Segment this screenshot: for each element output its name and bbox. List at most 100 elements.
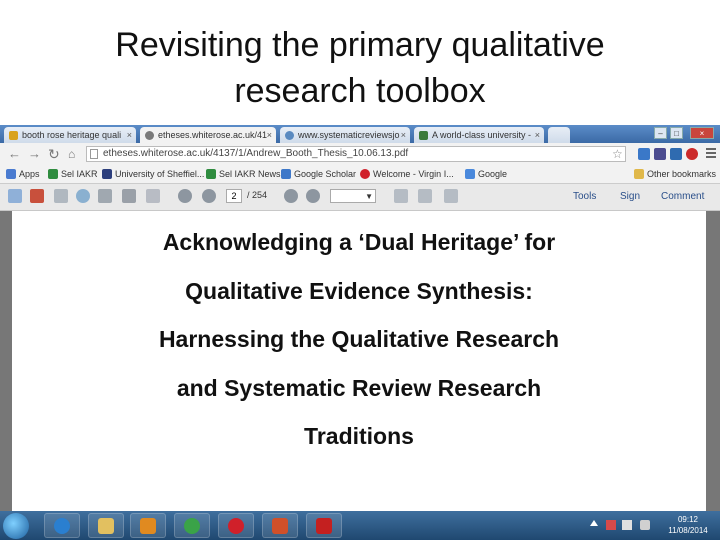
tab-favicon-icon xyxy=(285,131,294,140)
reload-icon[interactable]: ↻ xyxy=(48,146,60,162)
zoom-out-icon[interactable] xyxy=(284,189,298,203)
taskbar: 09:12 11/08/2014 xyxy=(0,511,720,540)
edit-icon[interactable] xyxy=(54,189,68,203)
other-bookmarks[interactable]: Other bookmarks xyxy=(634,168,716,180)
bookmark-icon xyxy=(48,169,58,179)
system-clock[interactable]: 09:12 11/08/2014 xyxy=(668,514,708,536)
bookmark-star-icon[interactable]: ☆ xyxy=(612,147,623,161)
close-tab-icon[interactable]: × xyxy=(535,127,540,143)
taskbar-powerpoint[interactable] xyxy=(262,513,298,538)
chevron-down-icon: ▼ xyxy=(365,192,373,201)
bookmark-icon xyxy=(281,169,291,179)
tab-label: www.systematicreviewsjo xyxy=(298,130,400,140)
navigation-bar: ← → ↻ ⌂ etheses.whiterose.ac.uk/4137/1/A… xyxy=(0,143,720,165)
bookmark-label: Apps xyxy=(19,169,40,179)
start-button[interactable] xyxy=(3,513,29,539)
tab-label: A world-class university - xyxy=(432,130,532,140)
tab-favicon-icon xyxy=(9,131,18,140)
browser-screenshot: booth rose heritage quali × etheses.whit… xyxy=(0,125,720,540)
taskbar-explorer[interactable] xyxy=(88,513,124,538)
taskbar-media[interactable] xyxy=(130,513,166,538)
print-icon[interactable] xyxy=(122,189,136,203)
menu-icon[interactable] xyxy=(706,148,716,160)
bookmark-icon xyxy=(206,169,216,179)
tab-4[interactable]: A world-class university - × xyxy=(414,127,544,143)
slide-title: Revisiting the primary qualitative resea… xyxy=(0,22,720,114)
pdf-icon[interactable] xyxy=(30,189,44,203)
previous-page-icon[interactable] xyxy=(178,189,192,203)
tab-favicon-icon xyxy=(419,131,428,140)
tab-2[interactable]: etheses.whiterose.ac.uk/41 × xyxy=(140,127,276,143)
folder-icon xyxy=(98,518,114,534)
address-bar[interactable]: etheses.whiterose.ac.uk/4137/1/Andrew_Bo… xyxy=(86,146,626,162)
bookmark-icon xyxy=(360,169,370,179)
show-hidden-icons-icon[interactable] xyxy=(590,520,598,526)
home-icon[interactable]: ⌂ xyxy=(68,146,75,162)
save-icon[interactable] xyxy=(8,189,22,203)
bookmark-label: Google Scholar xyxy=(294,169,357,179)
internet-explorer-icon xyxy=(54,518,70,534)
close-window-button[interactable]: × xyxy=(690,127,714,139)
upload-icon[interactable] xyxy=(98,189,112,203)
extension-icon[interactable] xyxy=(654,148,666,160)
virgin-icon xyxy=(228,518,244,534)
tab-1[interactable]: booth rose heritage quali × xyxy=(4,127,136,143)
fit-page-icon[interactable] xyxy=(394,189,408,203)
read-mode-icon[interactable] xyxy=(444,189,458,203)
thesis-title-line: and Systematic Review Research xyxy=(176,375,542,401)
tools-link[interactable]: Tools xyxy=(573,191,596,202)
chrome-icon xyxy=(184,518,200,534)
zoom-in-icon[interactable] xyxy=(306,189,320,203)
action-center-icon[interactable] xyxy=(606,520,616,530)
tab-3[interactable]: www.systematicreviewsjo × xyxy=(280,127,410,143)
acrobat-icon xyxy=(316,518,332,534)
extension-icon[interactable] xyxy=(638,148,650,160)
cloud-icon[interactable] xyxy=(76,189,90,203)
tab-label: booth rose heritage quali xyxy=(22,130,122,140)
taskbar-acrobat[interactable] xyxy=(306,513,342,538)
bookmark-apps[interactable]: Apps xyxy=(6,168,40,180)
next-page-icon[interactable] xyxy=(202,189,216,203)
tab-label: etheses.whiterose.ac.uk/41 xyxy=(158,130,268,140)
bookmark-label: Google xyxy=(478,169,508,179)
bookmark-sel-iakr-news[interactable]: Sel IAKR News xyxy=(206,168,281,180)
close-tab-icon[interactable]: × xyxy=(267,127,272,143)
email-icon[interactable] xyxy=(146,189,160,203)
back-arrow-icon[interactable]: ← xyxy=(8,146,21,162)
bookmark-label: University of Sheffiel... xyxy=(115,169,205,179)
page-icon xyxy=(90,149,98,159)
slide-title-line1: Revisiting the primary qualitative xyxy=(115,26,605,64)
comment-link[interactable]: Comment xyxy=(661,191,704,202)
forward-arrow-icon[interactable]: → xyxy=(28,146,41,162)
bookmark-sheffield[interactable]: University of Sheffiel... xyxy=(102,168,204,180)
slide-title-line2: research toolbox xyxy=(234,72,486,110)
taskbar-chrome[interactable] xyxy=(174,513,210,538)
bookmark-google[interactable]: Google xyxy=(465,168,507,180)
fit-width-icon[interactable] xyxy=(418,189,432,203)
bookmark-virgin[interactable]: Welcome - Virgin I... xyxy=(360,168,454,180)
extension-icon[interactable] xyxy=(670,148,682,160)
network-icon[interactable] xyxy=(622,520,632,530)
pdf-page: Acknowledging a ‘Dual Heritage’ for Qual… xyxy=(12,211,706,511)
close-tab-icon[interactable]: × xyxy=(401,127,406,143)
taskbar-ie[interactable] xyxy=(44,513,80,538)
adblock-icon[interactable] xyxy=(686,148,698,160)
close-tab-icon[interactable]: × xyxy=(127,127,132,143)
taskbar-virgin[interactable] xyxy=(218,513,254,538)
new-tab-button[interactable] xyxy=(548,127,570,143)
bookmark-sel-iakr[interactable]: Sel IAKR xyxy=(48,168,98,180)
minimize-button[interactable]: – xyxy=(654,127,667,139)
document-area[interactable]: Acknowledging a ‘Dual Heritage’ for Qual… xyxy=(0,211,720,511)
bookmark-label: Sel IAKR News xyxy=(219,169,281,179)
bookmarks-bar: Apps Sel IAKR University of Sheffiel... … xyxy=(0,165,720,184)
pdf-toolbar: 2 / 254 ▼ Tools Sign Comment xyxy=(0,184,720,211)
page-number-input[interactable]: 2 xyxy=(226,189,242,203)
sign-link[interactable]: Sign xyxy=(620,191,640,202)
bookmark-label: Other bookmarks xyxy=(647,169,717,179)
apps-icon xyxy=(6,169,16,179)
bookmark-google-scholar[interactable]: Google Scholar xyxy=(281,168,356,180)
zoom-select[interactable]: ▼ xyxy=(330,189,376,203)
volume-icon[interactable] xyxy=(640,520,650,530)
maximize-button[interactable]: □ xyxy=(670,127,683,139)
bookmark-icon xyxy=(465,169,475,179)
